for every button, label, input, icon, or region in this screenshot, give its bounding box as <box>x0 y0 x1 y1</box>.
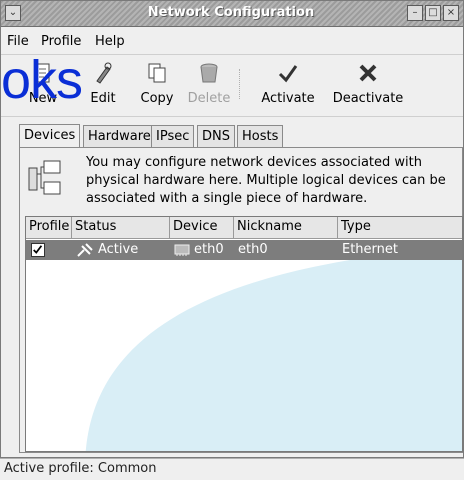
copy-label: Copy <box>140 91 174 106</box>
overlay-text: oks <box>1 50 83 110</box>
close-icon[interactable]: × <box>443 5 459 21</box>
column-header-device[interactable]: Device <box>170 217 234 239</box>
maximize-icon[interactable]: □ <box>425 5 441 21</box>
tab-hardware[interactable]: Hardware <box>83 125 156 147</box>
nickname-cell: eth0 <box>238 242 268 257</box>
tab-hosts[interactable]: Hosts <box>237 125 284 147</box>
edit-label: Edit <box>90 91 116 106</box>
edit-button[interactable]: Edit <box>85 61 121 113</box>
window-menu-icon[interactable]: ⌄ <box>5 5 21 21</box>
tab-devices[interactable]: Devices <box>19 124 81 148</box>
type-cell: Ethernet <box>342 242 398 257</box>
device-cell: eth0 <box>194 242 224 257</box>
menu-file[interactable]: File <box>7 34 29 49</box>
copy-button[interactable]: Copy <box>137 61 177 113</box>
deactivate-button[interactable]: Deactivate <box>331 61 405 113</box>
tab-dns[interactable]: DNS <box>197 125 235 147</box>
network-card-icon <box>174 244 190 256</box>
title-bar[interactable]: ⌄ Network Configuration – □ × <box>1 1 463 27</box>
copy-icon <box>148 63 166 83</box>
column-header-profile[interactable]: Profile <box>26 217 72 239</box>
status-cell: Active <box>98 242 139 257</box>
status-bar: Active profile: Common <box>0 458 464 480</box>
network-devices-icon <box>28 160 61 195</box>
menu-help[interactable]: Help <box>95 34 125 49</box>
delete-label: Delete <box>187 91 231 106</box>
tab-ipsec[interactable]: IPsec <box>151 125 195 147</box>
trash-icon <box>200 63 218 83</box>
delete-button[interactable]: Delete <box>185 61 233 113</box>
table-row[interactable]: Active eth0 eth0 Ethernet <box>26 240 462 260</box>
edit-icon <box>96 62 112 84</box>
minimize-icon[interactable]: – <box>407 5 423 21</box>
menu-profile[interactable]: Profile <box>41 34 81 49</box>
x-mark-icon <box>359 64 377 82</box>
devices-pane: You may configure network devices associ… <box>19 147 463 453</box>
active-status-icon <box>77 243 93 257</box>
column-header-status[interactable]: Status <box>72 217 170 239</box>
column-header-type[interactable]: Type <box>338 217 462 239</box>
profile-checkbox[interactable] <box>31 243 45 257</box>
window-title: Network Configuration <box>147 5 315 20</box>
checkmark-icon <box>278 65 298 83</box>
devices-description: You may configure network devices associ… <box>86 155 446 206</box>
activate-button[interactable]: Activate <box>259 61 317 113</box>
deactivate-label: Deactivate <box>332 91 404 106</box>
activate-label: Activate <box>261 91 315 106</box>
main-window: ⌄ Network Configuration – □ × File Profi… <box>0 0 464 458</box>
toolbar-separator <box>239 69 241 99</box>
devices-list[interactable]: Profile Status Device Nickname Type Acti… <box>25 216 463 452</box>
column-header-nickname[interactable]: Nickname <box>234 217 338 239</box>
checkmark-icon <box>33 245 43 254</box>
